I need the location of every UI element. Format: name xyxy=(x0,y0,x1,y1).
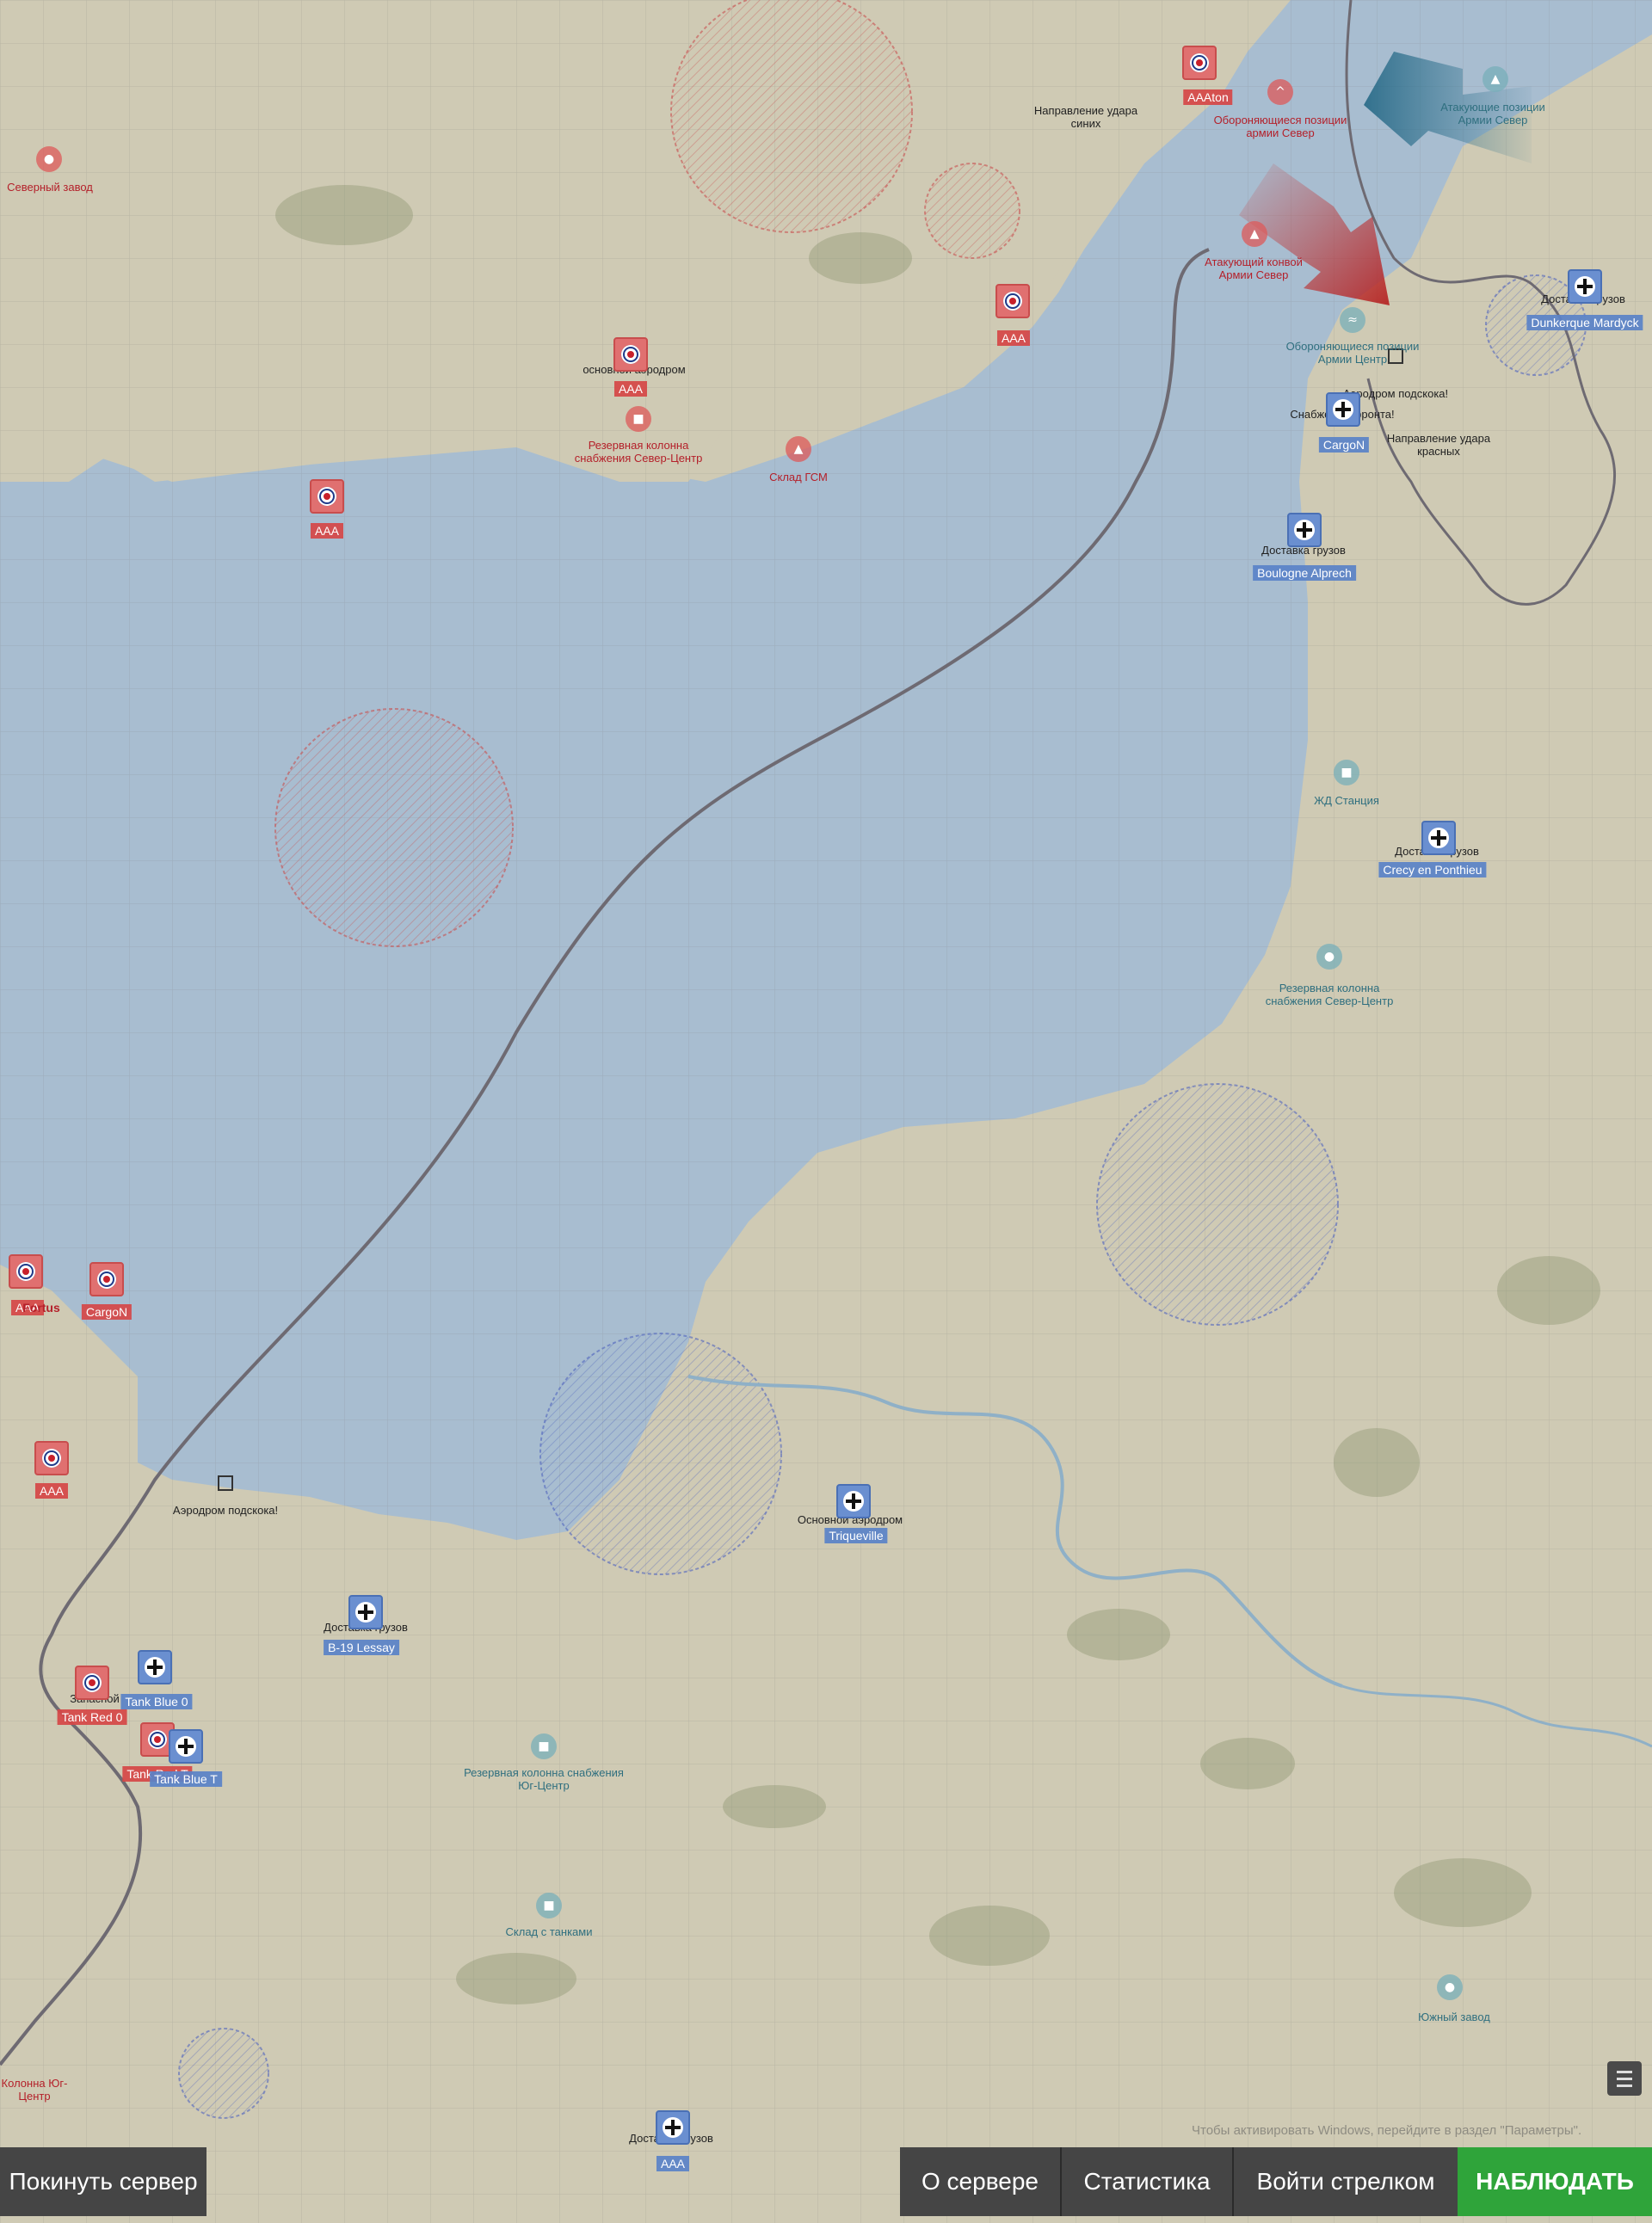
red-airfield-unit[interactable] xyxy=(613,337,648,372)
statistics-button[interactable]: Статистика xyxy=(1060,2147,1232,2216)
blue-airfield-unit[interactable] xyxy=(836,1484,871,1518)
label-attack-convoy: Атакующий конвой Армии Север xyxy=(1205,256,1303,281)
menu-icon[interactable] xyxy=(1607,2061,1642,2096)
red-airfield-unit[interactable] xyxy=(9,1254,43,1289)
supply-column-icon[interactable]: ● xyxy=(1316,944,1342,970)
red-airfield-unit[interactable] xyxy=(89,1262,124,1296)
raf-roundel-icon xyxy=(83,1673,102,1692)
ship-icon[interactable]: ▲ xyxy=(1482,66,1508,92)
label-reserve-column-south: Резервная колонна снабжения Юг-Центр xyxy=(464,1766,624,1792)
balkenkreuz-icon xyxy=(1428,828,1449,848)
red-airfield-unit[interactable] xyxy=(1182,46,1217,80)
windows-activation-notice: Чтобы активировать Windows, перейдите в … xyxy=(1192,2123,1582,2138)
factory-icon[interactable]: ● xyxy=(36,146,62,172)
tag-aaa-west2[interactable]: AAA xyxy=(34,1483,69,1499)
tag-aaa-left[interactable]: AAA xyxy=(310,523,344,539)
red-zone-small xyxy=(924,163,1020,259)
label-tank-depot: Склад с танками xyxy=(505,1925,593,1938)
tag-aaaton[interactable]: AAAton xyxy=(1183,89,1233,105)
blue-airfield-unit[interactable] xyxy=(1568,269,1602,304)
label-column-left: Колонна Юг-Центр xyxy=(1,2077,68,2103)
convoy-icon[interactable]: ▲ xyxy=(1242,221,1267,247)
red-airfield-unit[interactable] xyxy=(34,1441,69,1475)
blue-airfield-unit[interactable] xyxy=(1287,513,1322,547)
airfield-icon[interactable] xyxy=(218,1475,233,1491)
defense-position-icon[interactable]: ≈ xyxy=(1340,307,1365,333)
label-red-attack-direction: Направление удара красных xyxy=(1386,432,1491,458)
tag-aaa-main[interactable]: AAA xyxy=(613,381,648,397)
factory-icon[interactable]: ● xyxy=(1437,1974,1463,2000)
blue-zone-sw xyxy=(178,2028,269,2119)
supply-column-icon[interactable]: ■ xyxy=(626,406,651,432)
label-northern-factory: Северный завод xyxy=(7,181,93,194)
raf-roundel-icon xyxy=(16,1262,35,1281)
raf-roundel-icon xyxy=(1003,292,1022,311)
raf-roundel-icon xyxy=(1190,53,1209,72)
train-icon[interactable]: ■ xyxy=(1334,760,1359,785)
tag-boulogne[interactable]: Boulogne Alprech xyxy=(1253,565,1356,581)
label-reserve-column-teal: Резервная колонна снабжения Север-Центр xyxy=(1265,982,1394,1007)
blue-airfield-unit[interactable] xyxy=(348,1595,383,1629)
raf-roundel-icon xyxy=(42,1449,61,1468)
tag-cargon-top[interactable]: CargoN xyxy=(1318,437,1370,453)
label-forward-airfield-bottom: Аэродром подскока! xyxy=(172,1504,279,1517)
tag-tank-blue-t[interactable]: Tank Blue T xyxy=(150,1771,222,1787)
tag-crecy[interactable]: Crecy en Ponthieu xyxy=(1378,862,1487,878)
raf-roundel-icon xyxy=(621,345,640,364)
tag-aaa-lydd[interactable]: AAA xyxy=(996,330,1031,346)
tag-tank-blue-0[interactable]: Tank Blue 0 xyxy=(120,1694,193,1709)
label-blue-attack-direction: Направление удара синих xyxy=(1033,104,1138,130)
label-fuel-depot: Склад ГСМ xyxy=(769,471,828,483)
label-rail-station: ЖД Станция xyxy=(1314,794,1379,807)
raf-roundel-icon xyxy=(317,487,336,506)
supply-column-icon[interactable]: ■ xyxy=(531,1733,557,1759)
blue-tank-unit[interactable] xyxy=(138,1650,172,1684)
red-zone-north xyxy=(670,0,913,233)
leave-server-button[interactable]: Покинуть сервер xyxy=(0,2147,206,2216)
balkenkreuz-icon xyxy=(145,1657,165,1678)
about-server-button[interactable]: О сервере xyxy=(900,2147,1060,2216)
spectate-button[interactable]: НАБЛЮДАТЬ xyxy=(1458,2147,1652,2216)
red-tank-unit[interactable] xyxy=(75,1666,109,1700)
defense-position-icon[interactable]: ^ xyxy=(1267,79,1293,105)
label-center-defense: Обороняющиеся позиции Армии Центр xyxy=(1285,340,1420,366)
tag-tank-red-0[interactable]: Tank Red 0 xyxy=(57,1709,127,1725)
red-airfield-unit[interactable] xyxy=(996,284,1030,318)
tag-b19[interactable]: B-19 Lessay xyxy=(324,1640,399,1655)
balkenkreuz-icon xyxy=(663,2117,683,2138)
blue-airfield-unit[interactable] xyxy=(656,2110,690,2145)
raf-roundel-icon xyxy=(97,1270,116,1289)
raf-roundel-icon xyxy=(148,1730,167,1749)
label-reserve-column-red: Резервная колонна снабжения Север-Центр xyxy=(574,439,703,465)
blue-tank-unit[interactable] xyxy=(169,1729,203,1764)
red-zone-sea xyxy=(274,708,514,947)
tactical-map[interactable] xyxy=(0,0,1652,2223)
tag-west-artus[interactable]: Fortus xyxy=(18,1300,65,1315)
tag-aaa-bottom[interactable]: AAA xyxy=(656,2156,690,2171)
blue-zone-east xyxy=(1096,1083,1339,1326)
label-attacking-positions: Атакующие позиции Армии Север xyxy=(1440,101,1545,126)
blue-airfield-unit[interactable] xyxy=(1421,821,1456,855)
balkenkreuz-icon xyxy=(355,1602,376,1623)
label-southern-factory: Южный завод xyxy=(1418,2011,1490,2023)
balkenkreuz-icon xyxy=(1575,276,1595,297)
join-gunner-button[interactable]: Войти стрелком xyxy=(1232,2147,1458,2216)
tank-depot-icon[interactable]: ■ xyxy=(536,1893,562,1918)
red-airfield-unit[interactable] xyxy=(310,479,344,514)
balkenkreuz-icon xyxy=(1333,399,1353,420)
balkenkreuz-icon xyxy=(1294,520,1315,540)
balkenkreuz-icon xyxy=(843,1491,864,1512)
tag-dunkerque[interactable]: Dunkerque Mardyck xyxy=(1526,315,1643,330)
blue-zone-havre xyxy=(539,1333,782,1575)
balkenkreuz-icon xyxy=(176,1736,196,1757)
tag-cargon-west[interactable]: CargoN xyxy=(81,1304,133,1320)
tag-triqueville[interactable]: Triqueville xyxy=(824,1528,888,1543)
label-red-defense-north: Обороняющиеся позиции армии Север xyxy=(1213,114,1347,139)
blue-airfield-unit[interactable] xyxy=(1326,392,1360,427)
fuel-depot-icon[interactable]: ▲ xyxy=(786,436,811,462)
